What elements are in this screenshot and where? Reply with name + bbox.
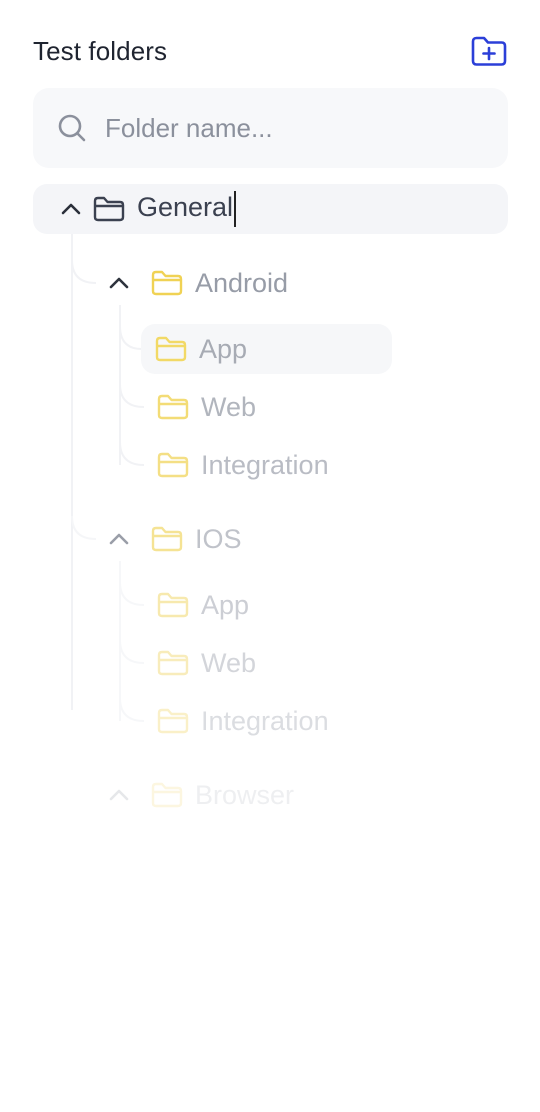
tree-item-ios-web[interactable]: Web: [157, 638, 256, 688]
tree-item-label: IOS: [195, 523, 242, 554]
folder-icon: [157, 589, 189, 621]
tree-item-label: App: [201, 589, 250, 620]
tree-item-android[interactable]: Android: [107, 258, 288, 308]
chevron-up-icon[interactable]: [107, 271, 131, 295]
text-cursor: [234, 191, 237, 227]
tree-item-label: Web: [201, 647, 257, 678]
tree-item-ios-app[interactable]: App: [157, 580, 249, 630]
tree-item-label: App: [199, 333, 248, 364]
tree-item-label: General: [137, 191, 237, 227]
tree-item-android-web[interactable]: Web: [157, 382, 256, 432]
tree-item-label: Android: [195, 267, 289, 298]
folder-icon: [157, 705, 189, 737]
folder-icon: [151, 267, 183, 299]
chevron-up-icon[interactable]: [107, 783, 131, 807]
tree-item-ios[interactable]: IOS: [107, 514, 242, 564]
tree-item-label: Web: [201, 391, 257, 422]
chevron-up-icon[interactable]: [59, 197, 83, 221]
tree-item-label: Browser: [195, 779, 295, 810]
tree-item-android-integration[interactable]: Integration: [157, 440, 329, 490]
folder-icon: [93, 193, 125, 225]
chevron-up-icon[interactable]: [107, 527, 131, 551]
folder-icon: [151, 779, 183, 811]
folder-icon: [157, 449, 189, 481]
folder-icon: [157, 391, 189, 423]
tree-item-ios-integration[interactable]: Integration: [157, 696, 329, 746]
tree-item-label: Integration: [201, 449, 329, 480]
tree-item-browser[interactable]: Browser: [107, 770, 294, 820]
folder-icon: [155, 333, 187, 365]
tree-item-android-app[interactable]: App: [141, 324, 392, 374]
folder-tree: General Android App Web Integration IOS …: [0, 0, 540, 1112]
folder-icon: [151, 523, 183, 555]
tree-item-general[interactable]: General: [33, 184, 508, 234]
tree-item-label: Integration: [201, 705, 329, 736]
folder-icon: [157, 647, 189, 679]
